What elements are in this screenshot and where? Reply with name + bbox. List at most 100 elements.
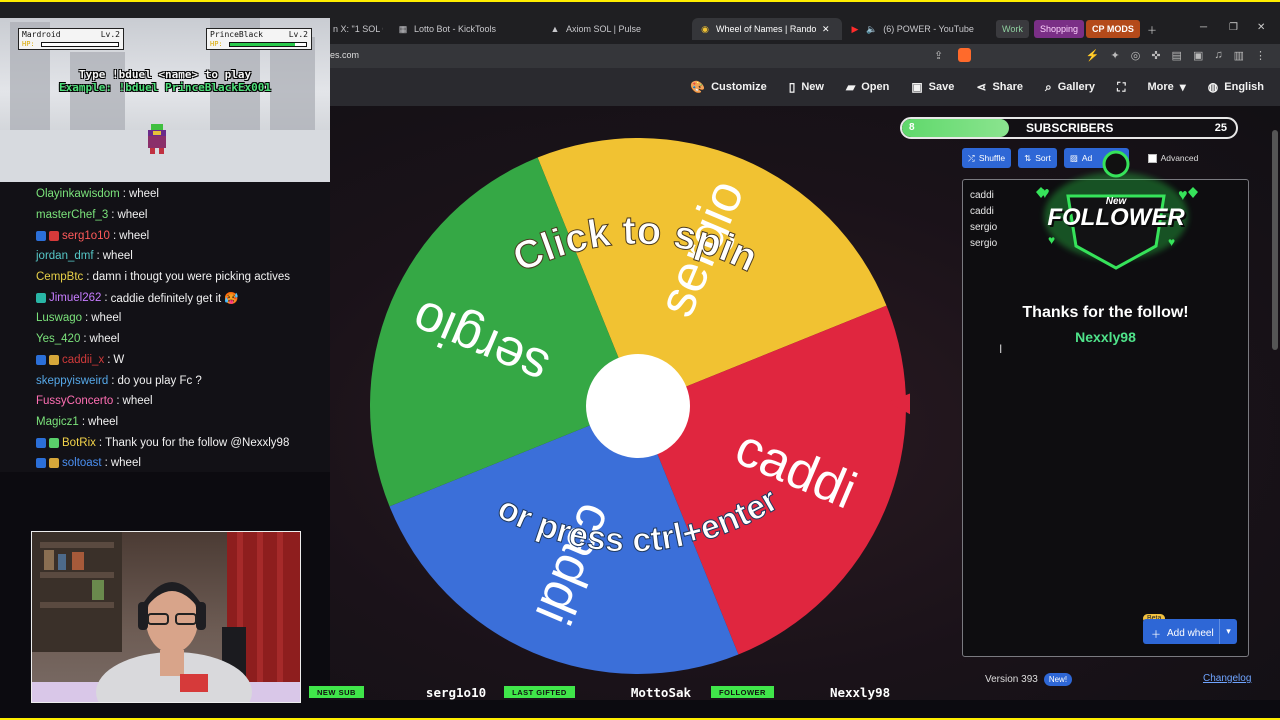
chat-separator: : <box>96 250 100 263</box>
ticker-label: FOLLOWER <box>711 686 774 698</box>
chat-username[interactable]: FussyConcerto <box>36 395 113 407</box>
tab-youtube[interactable]: ▶ 🔈 (6) POWER - YouTube <box>850 18 980 40</box>
language-button[interactable]: ◍ English <box>1208 80 1264 94</box>
chat-badge-icon <box>49 437 59 448</box>
streamer-webcam-image <box>32 532 300 702</box>
chat-text: wheel <box>110 457 141 470</box>
fullscreen-button[interactable]: ⛶ <box>1117 80 1125 95</box>
changelog-link[interactable]: Changelog <box>1203 673 1251 684</box>
chat-badge-icon <box>36 292 46 303</box>
chat-message: Jimuel262: caddie definitely get it 🥵 <box>36 287 330 308</box>
chat-text: wheel <box>88 415 119 428</box>
open-button[interactable]: ▰ Open <box>846 80 889 94</box>
chat-username[interactable]: Yes_420 <box>36 333 80 345</box>
chat-separator: : <box>122 188 126 201</box>
chat-text: wheel <box>91 312 122 325</box>
url-text[interactable]: es.com <box>330 50 359 60</box>
name-wheel[interactable]: sergiocaddicaddisergio Click to spin or … <box>370 134 910 674</box>
chevron-down-icon[interactable]: ▾ <box>1219 619 1237 644</box>
vpn-icon[interactable]: ◎ <box>1131 49 1141 62</box>
chat-separator: : <box>111 374 115 387</box>
chat-message: masterChef_3: wheel <box>36 205 330 226</box>
chat-username[interactable]: Jimuel262 <box>49 292 101 304</box>
chat-text: damn i thougt you were picking actives <box>92 271 291 284</box>
search-icon: ⌕ <box>1045 79 1052 94</box>
tab-label: Axiom SOL | Pulse <box>566 24 642 34</box>
chat-message: Olayinkawisdom: wheel <box>36 184 330 205</box>
chat-username[interactable]: BotRix <box>62 437 96 449</box>
player1-name: Mardroid <box>22 30 61 39</box>
tab-group-cp-mods[interactable]: CP MODS <box>1086 20 1140 38</box>
more-button[interactable]: More ▾ <box>1147 80 1185 94</box>
player2-name: PrinceBlack <box>210 30 263 39</box>
tab-group-work[interactable]: Work <box>996 20 1029 38</box>
tab-group-shopping[interactable]: Shopping <box>1034 20 1085 38</box>
chat-separator: : <box>116 395 120 408</box>
new-pill: New! <box>1043 673 1073 686</box>
heart-icon: ♥ <box>1168 235 1175 249</box>
player1-hp-bar <box>41 42 119 47</box>
customize-button[interactable]: 🎨 Customize <box>690 80 767 94</box>
tab-label: Lotto Bot - KickTools <box>414 24 497 34</box>
shuffle-icon: ⤮ <box>968 152 975 163</box>
chat-username[interactable]: skeppyisweird <box>36 375 108 387</box>
chat-message: Magicz1: wheel <box>36 412 330 433</box>
panel-icon[interactable]: ▥ <box>1234 49 1244 62</box>
chat-username[interactable]: soltoast <box>62 457 102 469</box>
gallery-button[interactable]: ⌕ Gallery <box>1045 80 1095 95</box>
chat-text: do you play Fc ? <box>117 374 202 387</box>
chat-username[interactable]: caddii_x <box>62 354 104 366</box>
share-button[interactable]: ⋖ Share <box>976 80 1023 94</box>
bolt-icon[interactable]: ⚡ <box>1086 49 1100 62</box>
stream-chat: Olayinkawisdom: wheel masterChef_3: wheel se… <box>0 182 330 472</box>
chat-username[interactable]: Olayinkawisdom <box>36 188 120 200</box>
goal-target: 25 <box>1214 122 1227 134</box>
chat-separator: : <box>85 312 89 325</box>
tab-x[interactable]: n X: "1 SOL Gi <box>333 18 383 40</box>
music-icon[interactable]: ♫ <box>1214 49 1222 62</box>
close-icon[interactable]: ✕ <box>822 24 830 35</box>
sidebar-icon[interactable]: ▤ <box>1172 49 1182 62</box>
chat-text: caddie definitely get it 🥵 <box>110 292 239 305</box>
chat-message: soltoast: wheel <box>36 453 330 474</box>
new-tab-icon[interactable]: ＋ <box>1147 22 1157 37</box>
chat-message: Luswago: wheel <box>36 308 330 329</box>
extension-icon[interactable]: ✦ <box>1110 49 1119 62</box>
chat-separator: : <box>104 457 108 470</box>
menu-icon[interactable]: ⋮ <box>1255 49 1266 62</box>
entry-line: sergio <box>970 238 998 249</box>
ticker-name: Nexxly98 <box>829 684 891 700</box>
shuffle-button[interactable]: ⤮ Shuffle <box>962 148 1012 168</box>
wheel-icon: ◉ <box>701 23 709 34</box>
save-button[interactable]: ▣ Save <box>911 80 954 94</box>
add-wheel-button[interactable]: ＋ Add wheel ▾ <box>1143 619 1237 644</box>
tab-wheel-of-names[interactable]: ◉ Wheel of Names | Random n ✕ <box>692 18 842 40</box>
maximize-icon[interactable]: ❐ <box>1229 22 1238 33</box>
page-scrollbar[interactable] <box>1272 130 1278 350</box>
wallet-icon[interactable]: ▣ <box>1193 49 1203 62</box>
chat-username[interactable]: jordan_dmf <box>36 250 94 262</box>
add-wheel-label: Add wheel <box>1167 627 1214 639</box>
puzzle-icon[interactable]: ✜ <box>1151 49 1160 62</box>
chat-text: Thank you for the follow @Nexxly98 <box>105 436 290 449</box>
goal-current: 8 <box>909 122 915 133</box>
new-button[interactable]: ▯ New <box>789 80 824 94</box>
brave-shield-icon[interactable] <box>958 48 971 62</box>
minimize-icon[interactable]: ─ <box>1200 22 1207 33</box>
webcam-feed <box>31 531 301 703</box>
chat-badge-icon <box>49 354 59 365</box>
chat-username[interactable]: Luswago <box>36 312 82 324</box>
share-page-icon[interactable]: ⇪ <box>934 49 943 62</box>
chat-text: wheel <box>119 229 150 242</box>
tab-axiom[interactable]: ▲ Axiom SOL | Pulse <box>550 18 680 40</box>
chat-username[interactable]: CempBtc <box>36 271 83 283</box>
player1-hp-label: HP: <box>22 40 35 48</box>
stream-ticker: NEW SUB serg1o10 LAST GIFTED MottoSak FO… <box>305 683 1005 701</box>
tab-lotto-bot[interactable]: ▦ Lotto Bot - KickTools <box>398 18 538 40</box>
chat-text: wheel <box>89 333 120 346</box>
chat-username[interactable]: Magicz1 <box>36 416 79 428</box>
window-close-icon[interactable]: ✕ <box>1257 22 1265 33</box>
save-icon: ▣ <box>911 80 923 94</box>
chat-username[interactable]: serg1o10 <box>62 230 110 242</box>
chat-username[interactable]: masterChef_3 <box>36 209 108 221</box>
